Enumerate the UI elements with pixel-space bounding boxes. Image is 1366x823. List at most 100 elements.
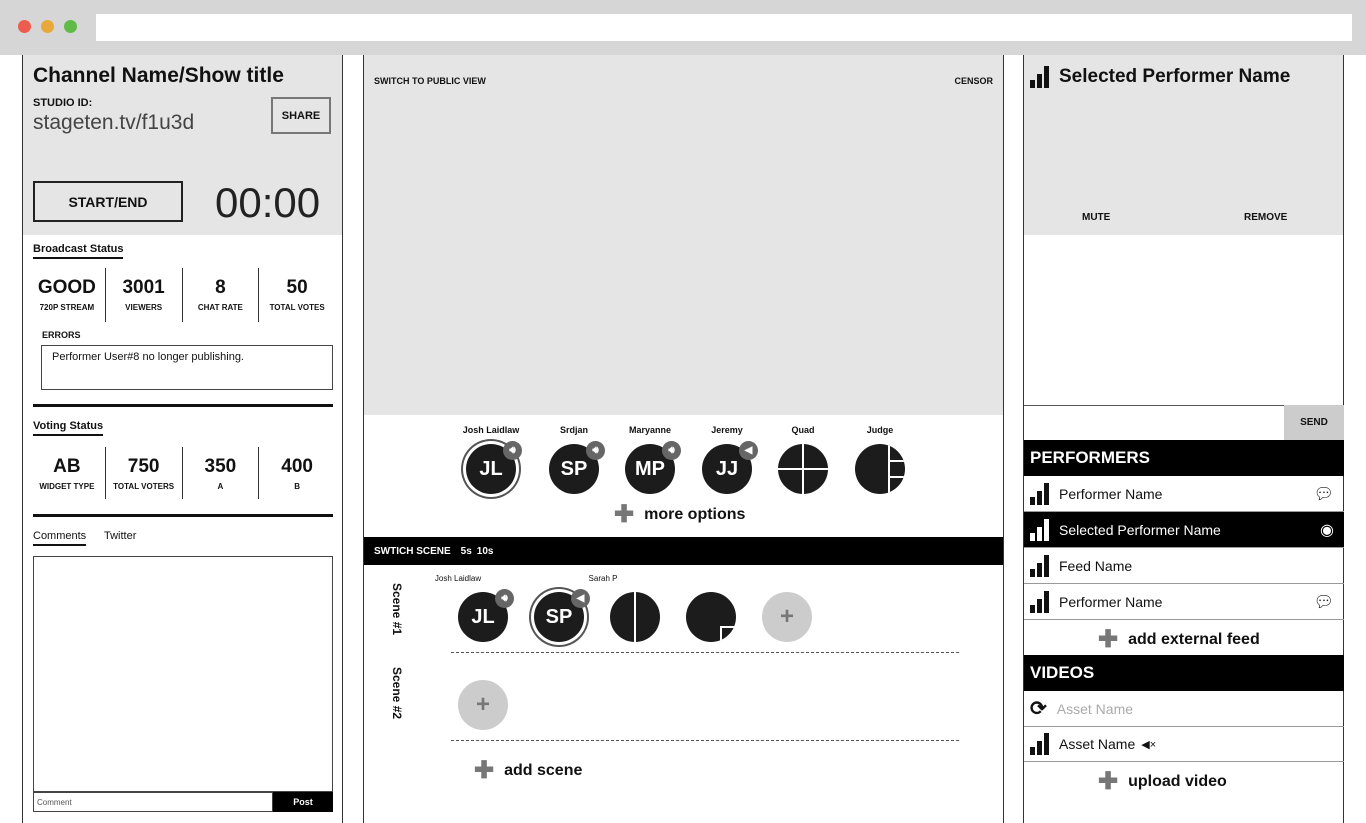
stat-votes-b: 400 B <box>281 456 313 491</box>
broadcast-status-title: Broadcast Status <box>33 243 124 259</box>
signal-strength-icon <box>1030 518 1049 541</box>
performers-header: PERFORMERS <box>1024 440 1344 476</box>
maximize-window-button[interactable] <box>64 20 77 33</box>
send-button[interactable]: SEND <box>1284 405 1344 440</box>
performer-name: Performer Name <box>1059 485 1163 502</box>
video-row[interactable]: ⟳ Asset Name <box>1024 691 1344 727</box>
scene-source-sp[interactable]: SP ◀ <box>534 589 590 642</box>
scene-source-jl[interactable]: JL 🔊︎ <box>458 589 514 642</box>
voting-stats: AB WIDGET TYPE 750 TOTAL VOTERS 350 A 400 B <box>29 447 335 499</box>
scene-2-label: Scene #2 <box>390 667 404 720</box>
signal-strength-icon <box>1030 554 1049 577</box>
channel-title: Channel Name/Show title <box>33 64 284 87</box>
voting-status-title: Voting Status <box>33 420 104 436</box>
scene-layout-split[interactable] <box>610 592 660 642</box>
stat-total-votes: 50 TOTAL VOTES <box>269 277 325 312</box>
performer-row-selected[interactable]: Selected Performer Name ◉ <box>1024 512 1344 548</box>
more-options-button[interactable]: ✚ more options <box>614 500 745 529</box>
stat-viewers: 3001 VIEWERS <box>122 277 165 312</box>
comment-input[interactable]: Comment <box>33 792 273 812</box>
address-bar[interactable] <box>96 14 1352 41</box>
source-quad[interactable] <box>778 444 828 494</box>
add-external-feed-button[interactable]: ✚ add external feed <box>1098 625 1260 654</box>
add-scene-button[interactable]: ✚ add scene <box>474 756 582 785</box>
source-maryanne[interactable]: MP 🔊︎ <box>625 441 681 494</box>
switch-public-view-button[interactable]: SWITCH TO PUBLIC VIEW <box>374 76 486 86</box>
scene-1-label: Scene #1 <box>390 583 404 636</box>
start-end-button[interactable]: START/END <box>33 181 183 222</box>
remove-button[interactable]: REMOVE <box>1244 212 1287 223</box>
comments-feed <box>33 556 333 792</box>
speaker-icon[interactable]: 🔊︎ <box>503 441 522 460</box>
errors-box: Performer User#8 no longer publishing. <box>41 345 333 390</box>
chat-bubble-icon[interactable]: 💬︎ <box>1314 592 1334 612</box>
source-josh-laidlaw[interactable]: JL 🔊︎ <box>466 441 522 494</box>
videos-header: VIDEOS <box>1024 655 1344 691</box>
source-judge[interactable] <box>855 444 905 494</box>
add-source-button[interactable]: + <box>458 680 508 730</box>
chat-log <box>1024 235 1343 405</box>
studio-id-label: STUDIO ID: <box>33 97 93 109</box>
studio-url: stageten.tv/f1u3d <box>33 111 195 134</box>
refresh-icon: ⟳ <box>1030 698 1047 720</box>
tab-comments[interactable]: Comments <box>33 530 87 546</box>
scene-source-name: Sarah P <box>588 574 618 583</box>
speaker-muted-icon[interactable]: ◀ <box>571 589 590 608</box>
upload-video-button[interactable]: ✚ upload video <box>1098 767 1227 796</box>
selected-performer-name: Selected Performer Name <box>1059 66 1291 87</box>
left-panel: Channel Name/Show title STUDIO ID: stage… <box>22 55 343 823</box>
center-panel: SWITCH TO PUBLIC VIEW CENSOR Josh Laidla… <box>363 55 1004 823</box>
signal-strength-icon <box>1030 733 1049 755</box>
scene-divider <box>451 740 959 741</box>
stat-widget-type: AB WIDGET TYPE <box>39 456 95 491</box>
switch-scene-bar: SWTICH SCENE 5s 10s <box>364 537 1003 565</box>
errors-label: ERRORS <box>42 330 81 340</box>
post-button[interactable]: Post <box>273 792 333 812</box>
switch-scene-label: SWTICH SCENE <box>374 545 451 557</box>
performer-row[interactable]: Performer Name 💬︎ <box>1024 584 1344 620</box>
mute-button[interactable]: MUTE <box>1082 212 1110 223</box>
performer-row[interactable]: Performer Name 💬︎ <box>1024 476 1344 512</box>
video-preview <box>364 55 1003 415</box>
chat-input[interactable] <box>1024 405 1284 440</box>
stat-total-voters: 750 TOTAL VOTERS <box>113 456 175 491</box>
transition-10s-button[interactable]: 10s <box>477 546 494 557</box>
signal-strength-icon <box>1030 66 1049 88</box>
source-name: Judge <box>866 425 894 435</box>
source-jeremy[interactable]: JJ ◀ <box>702 441 758 494</box>
tab-twitter[interactable]: Twitter <box>104 530 136 542</box>
eye-icon[interactable]: ◉ <box>1320 520 1334 540</box>
share-button[interactable]: SHARE <box>271 97 331 134</box>
browser-chrome <box>0 0 1366 55</box>
speaker-muted-icon[interactable]: ◀ <box>739 441 758 460</box>
plus-icon: ✚ <box>474 757 495 784</box>
plus-icon: ✚ <box>614 501 635 528</box>
transition-5s-button[interactable]: 5s <box>461 546 472 557</box>
signal-strength-icon <box>1030 482 1049 505</box>
plus-icon: ✚ <box>1098 768 1119 795</box>
performer-name: Performer Name <box>1059 593 1163 610</box>
scene-layout-pip[interactable] <box>686 592 736 642</box>
minimize-window-button[interactable] <box>41 20 54 33</box>
plus-icon: ✚ <box>1098 626 1119 653</box>
source-name: Josh Laidlaw <box>462 425 520 435</box>
broadcast-timer: 00:00 <box>215 179 321 226</box>
source-srdjan[interactable]: SP 🔊︎ <box>549 441 605 494</box>
close-window-button[interactable] <box>18 20 31 33</box>
censor-button[interactable]: CENSOR <box>954 76 993 86</box>
speaker-icon[interactable]: 🔊︎ <box>495 589 514 608</box>
performer-row[interactable]: Feed Name <box>1024 548 1344 584</box>
video-row[interactable]: Asset Name ◀× <box>1024 727 1344 762</box>
divider <box>33 514 333 517</box>
asset-name: Asset Name <box>1059 736 1136 752</box>
muted-speaker-icon[interactable]: ◀× <box>1141 738 1156 751</box>
add-source-button[interactable]: + <box>762 592 812 642</box>
speaker-icon[interactable]: 🔊︎ <box>586 441 605 460</box>
right-panel: Selected Performer Name MUTE REMOVE SEND… <box>1023 55 1344 823</box>
speaker-icon[interactable]: 🔊︎ <box>662 441 681 460</box>
performer-name: Selected Performer Name <box>1059 521 1221 538</box>
stat-stream: GOOD 720P STREAM <box>37 277 96 312</box>
scene-divider <box>451 652 959 653</box>
signal-strength-icon <box>1030 590 1049 613</box>
chat-bubble-icon[interactable]: 💬︎ <box>1314 484 1334 504</box>
